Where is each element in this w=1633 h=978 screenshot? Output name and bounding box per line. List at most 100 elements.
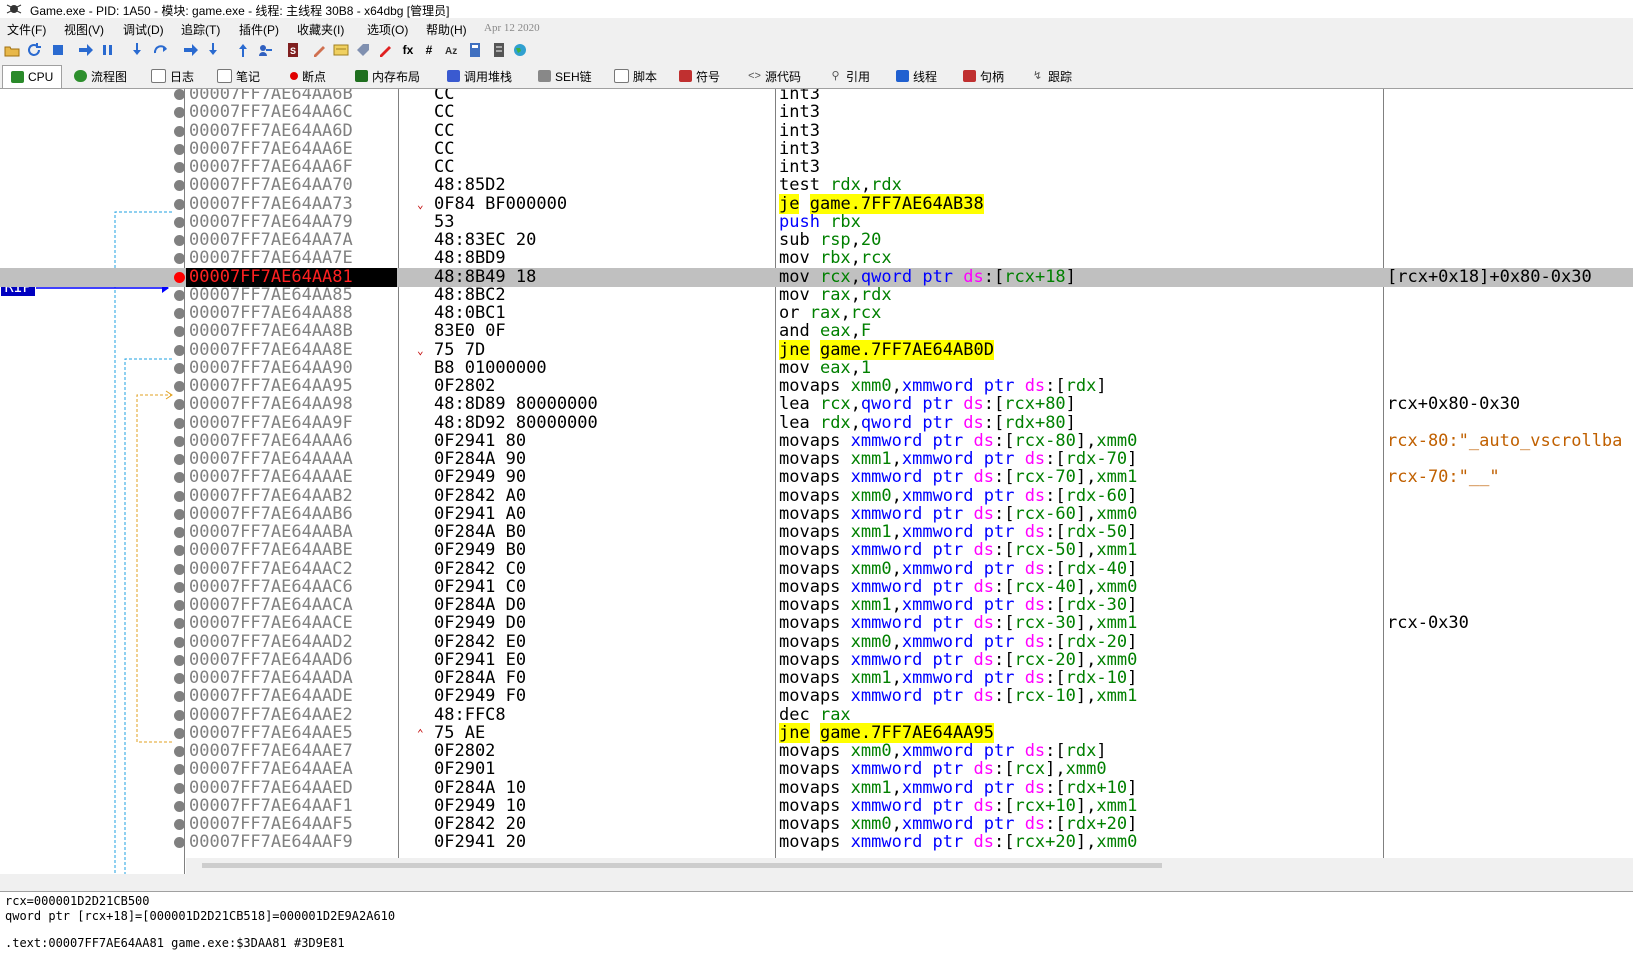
instruction-row[interactable]: 00007FF7AE64AA95 0F2802 movaps xmm0,xmmwor… [0, 377, 1633, 396]
breakpoint-toggle[interactable] [174, 417, 185, 429]
breakpoint-toggle[interactable] [174, 271, 185, 283]
breakpoint-toggle[interactable] [174, 545, 185, 557]
instruction-row[interactable]: 00007FF7AE64AAEA 0F2901 movaps xmmword ptr… [0, 760, 1633, 779]
breakpoint-toggle[interactable] [174, 362, 185, 374]
breakpoint-toggle[interactable] [174, 89, 185, 100]
tab-call-stack[interactable]: 调用堆栈 [447, 66, 512, 86]
breakpoint-toggle[interactable] [174, 782, 185, 794]
instruction-row[interactable]: 00007FF7AE64AA6D CC int3 [0, 121, 1633, 141]
breakpoint-toggle[interactable] [174, 399, 185, 411]
tab-symbols[interactable]: 符号 [679, 66, 720, 86]
instruction-row[interactable]: 00007FF7AE64AAE7 0F2802 movaps xmm0,xmmwor… [0, 742, 1633, 761]
execute-till-return-icon[interactable] [235, 42, 251, 58]
menu-plugins[interactable]: 插件(P) [239, 21, 279, 38]
tab-seh-chain[interactable]: SEH链 [538, 66, 592, 86]
instruction-row[interactable]: 00007FF7AE64AAC2 0F2842 C0 movaps xmm0,xmm… [0, 559, 1633, 579]
tab-references[interactable]: ⚲ 引用 [829, 66, 870, 86]
instruction-row[interactable]: 00007FF7AE64AAE2 48:FFC8 dec rax [0, 705, 1633, 725]
breakpoint-toggle[interactable] [174, 162, 185, 173]
instruction-row[interactable]: 00007FF7AE64AADE 0F2949 F0 movaps xmmword … [0, 687, 1633, 706]
breakpoint-toggle[interactable] [174, 253, 185, 265]
disassembly-view[interactable]: RIP 00007FF7AE64AA6B CC int3 00007FF7AE64AA… [0, 89, 1633, 874]
menu-view[interactable]: 视图(V) [64, 21, 104, 38]
breakpoint-toggle[interactable] [174, 581, 185, 593]
instruction-row[interactable]: 00007FF7AE64AAED 0F284A 10 movaps xmm1,xmm… [0, 778, 1633, 798]
instruction-row[interactable]: 00007FF7AE64AA6C CC int3 [0, 103, 1633, 122]
instruction-row[interactable]: 00007FF7AE64AAAE 0F2949 90 movaps xmmword … [0, 468, 1633, 487]
label-icon[interactable] [355, 42, 371, 58]
menu-favourites[interactable]: 收藏夹(I) [297, 21, 344, 38]
breakpoint-toggle[interactable] [174, 198, 185, 210]
scrollbar-thumb[interactable] [202, 863, 1162, 868]
instruction-row[interactable]: 00007FF7AE64AA88 48:0BC1 or rax,rcx [0, 304, 1633, 323]
step-over-icon[interactable] [153, 42, 169, 58]
tab-graph[interactable]: 流程图 [74, 66, 127, 86]
tab-cpu[interactable]: CPU [2, 65, 63, 88]
breakpoint-toggle[interactable] [174, 143, 185, 155]
breakpoint-toggle[interactable] [174, 654, 185, 666]
patch-icon[interactable] [311, 42, 327, 58]
breakpoint-toggle[interactable] [174, 326, 185, 338]
breakpoint-toggle[interactable] [174, 618, 185, 630]
breakpoint-toggle[interactable] [174, 435, 185, 447]
menu-trace[interactable]: 追踪(T) [181, 21, 220, 38]
breakpoint-toggle[interactable] [174, 709, 185, 721]
breakpoint-toggle[interactable] [174, 490, 185, 502]
menu-file[interactable]: 文件(F) [7, 21, 46, 38]
breakpoint-toggle[interactable] [174, 508, 185, 520]
tab-trace[interactable]: ↯ 跟踪 [1031, 66, 1072, 86]
breakpoint-toggle[interactable] [174, 600, 185, 611]
tab-memory-map[interactable]: 内存布局 [355, 66, 420, 86]
tab-notes[interactable]: 笔记 [217, 66, 260, 86]
breakpoint-toggle[interactable] [174, 235, 185, 246]
breakpoint-toggle[interactable] [174, 563, 185, 575]
notes-icon[interactable] [491, 42, 507, 58]
breakpoint-toggle[interactable] [174, 308, 185, 319]
instruction-row[interactable]: 00007FF7AE64AA85 48:8BC2 mov rax,rdx [0, 285, 1633, 305]
instruction-row[interactable]: 00007FF7AE64AA70 48:85D2 test rdx,rdx [0, 176, 1633, 195]
menu-debug[interactable]: 调试(D) [123, 21, 164, 38]
instruction-row[interactable]: 00007FF7AE64AAAA 0F284A 90 movaps xmm1,xmm… [0, 450, 1633, 469]
instruction-row[interactable]: 00007FF7AE64AAF5 0F2842 20 movaps xmm0,xmm… [0, 815, 1633, 834]
function-icon[interactable]: fx [400, 42, 416, 58]
breakpoint-toggle[interactable] [174, 691, 185, 703]
pause-icon[interactable] [100, 42, 116, 58]
calculator-icon[interactable] [467, 42, 483, 58]
instruction-row[interactable]: 00007FF7AE64AACE 0F2949 D0 movaps xmmword … [0, 614, 1633, 633]
breakpoint-toggle[interactable] [174, 764, 185, 776]
run-to-user-code-icon[interactable] [257, 42, 273, 58]
instruction-row[interactable]: 00007FF7AE64AAA6 0F2941 80 movaps xmmword … [0, 431, 1633, 451]
instruction-row[interactable]: 00007FF7AE64AAD2 0F2842 E0 movaps xmm0,xmm… [0, 632, 1633, 652]
instruction-row[interactable]: 00007FF7AE64AA9F 48:8D92 80000000 lea rdx,… [0, 413, 1633, 433]
breakpoint-toggle[interactable] [174, 837, 185, 849]
instruction-row[interactable]: 00007FF7AE64AABE 0F2949 B0 movaps xmmword … [0, 541, 1633, 560]
tab-script[interactable]: 脚本 [614, 66, 657, 86]
instruction-row[interactable]: 00007FF7AE64AADA 0F284A F0 movaps xmm1,xmm… [0, 669, 1633, 688]
instruction-row[interactable]: 00007FF7AE64AAC6 0F2941 C0 movaps xmmword … [0, 577, 1633, 597]
instruction-row[interactable]: 00007FF7AE64AAE5 ⌃ 75 AE jne game.7FF7AE64A… [0, 722, 1633, 743]
globe-icon[interactable] [512, 42, 528, 58]
breakpoint-toggle[interactable] [174, 746, 185, 757]
instruction-row[interactable]: 00007FF7AE64AAD6 0F2941 E0 movaps xmmword … [0, 650, 1633, 670]
breakpoint-toggle[interactable] [174, 216, 185, 228]
scylla-icon[interactable]: S [285, 42, 301, 58]
trace-over-icon[interactable] [205, 42, 221, 58]
instruction-row[interactable]: 00007FF7AE64AAF1 0F2949 10 movaps xmmword … [0, 796, 1633, 816]
tab-log[interactable]: 日志 [151, 66, 194, 86]
breakpoint-toggle[interactable] [174, 636, 185, 648]
instruction-row[interactable]: 00007FF7AE64AA73 ⌄ 0F84 BF000000 je game.7F… [0, 193, 1633, 214]
instruction-row[interactable]: 00007FF7AE64AA7E 48:8BD9 mov rbx,rcx [0, 249, 1633, 268]
breakpoint-toggle[interactable] [174, 472, 185, 484]
breakpoint-toggle[interactable] [174, 800, 185, 812]
instruction-row[interactable]: 00007FF7AE64AAF9 0F2941 20 movaps xmmword … [0, 833, 1633, 852]
bookmark-icon[interactable] [377, 42, 393, 58]
instruction-row[interactable]: 00007FF7AE64AA8B 83E0 0F and eax,F [0, 322, 1633, 341]
instruction-row[interactable]: 00007FF7AE64AABA 0F284A B0 movaps xmm1,xmm… [0, 523, 1633, 542]
strings-icon[interactable]: Az [445, 42, 461, 58]
open-icon[interactable] [4, 42, 20, 58]
horizontal-scrollbar[interactable] [186, 858, 1633, 874]
step-into-icon[interactable] [129, 42, 145, 58]
instruction-row[interactable]: 00007FF7AE64AA90 B8 01000000 mov eax,1 [0, 358, 1633, 378]
tab-breakpoints[interactable]: 断点 [290, 66, 326, 86]
restart-icon[interactable] [26, 42, 42, 58]
